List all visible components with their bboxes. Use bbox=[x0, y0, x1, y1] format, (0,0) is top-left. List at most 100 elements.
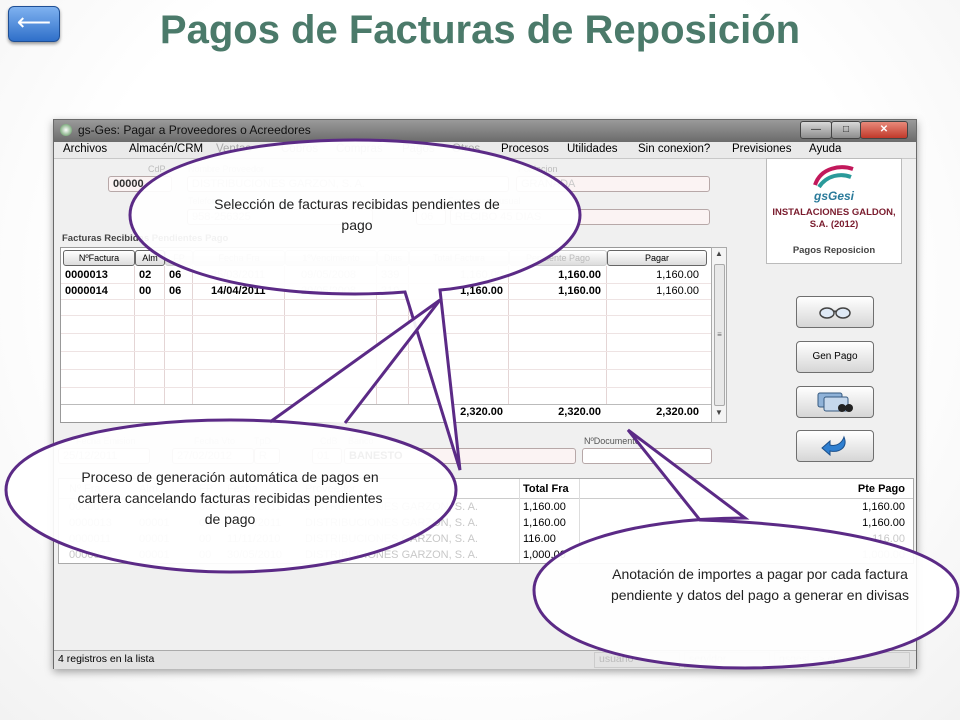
proveedor-field[interactable]: DISTRIBUCIONES GARZON, S. A. bbox=[187, 176, 509, 192]
grid-divider bbox=[192, 266, 193, 404]
col-header-total-factura[interactable]: Total Factura bbox=[409, 250, 509, 266]
menu-archivos[interactable]: Archivos bbox=[63, 143, 107, 155]
table-cell[interactable]: 00001 bbox=[139, 532, 170, 546]
table-cell[interactable]: 0000013 bbox=[65, 268, 108, 282]
table-cell[interactable]: 0000014 bbox=[65, 284, 108, 298]
table-cell[interactable]: 02 bbox=[139, 268, 151, 282]
col-header-vencimiento[interactable]: 1ºVencimiento bbox=[285, 250, 377, 266]
pagar-input[interactable]: 1,160.00 bbox=[609, 268, 699, 282]
table-cell[interactable]: 11/11/2010 bbox=[227, 532, 280, 546]
menu-pagos[interactable]: Pagos bbox=[402, 143, 435, 155]
pagar-input[interactable]: 1,160.00 bbox=[609, 284, 699, 298]
table-cell[interactable]: 14/04/2011 bbox=[211, 284, 265, 298]
scroll-up-icon[interactable]: ▲ bbox=[712, 249, 726, 258]
grid-row-divider bbox=[61, 387, 711, 388]
menu-ayuda[interactable]: Ayuda bbox=[809, 143, 841, 155]
maximize-button[interactable]: □ bbox=[831, 121, 861, 139]
company-logo-panel: gsGesi INSTALACIONES GALDON, S.A. (2012)… bbox=[766, 158, 902, 264]
logo-name: gsGesi bbox=[813, 189, 855, 203]
table-cell[interactable]: 0000011 bbox=[69, 532, 111, 546]
table-cell[interactable]: 0000007 bbox=[69, 548, 112, 562]
return-button[interactable] bbox=[796, 430, 874, 462]
menu-ventas[interactable]: Ventas bbox=[216, 143, 251, 155]
table-cell[interactable]: 06 bbox=[169, 268, 181, 282]
tpd-field[interactable]: R bbox=[254, 448, 280, 464]
menu-utilidades[interactable]: Utilidades bbox=[567, 143, 618, 155]
grid-row-divider bbox=[61, 315, 711, 316]
table-cell[interactable]: 116.00 bbox=[799, 532, 905, 546]
table-cell[interactable]: 1,000.00 bbox=[523, 548, 566, 562]
table-cell[interactable]: 00 bbox=[199, 532, 211, 546]
table-cell[interactable]: 116.00 bbox=[523, 532, 556, 546]
table-cell[interactable]: 1,160.00 bbox=[799, 516, 905, 530]
callout-right-text: Anotación de importes a pagar por cada f… bbox=[610, 566, 910, 603]
menu-procesos[interactable]: Procesos bbox=[501, 143, 549, 155]
grid-row-divider bbox=[61, 299, 711, 300]
table-cell[interactable]: 1,160.00 bbox=[511, 284, 601, 298]
table-cell[interactable]: 1,000.00 bbox=[799, 548, 905, 562]
scroll-thumb[interactable]: ≡ bbox=[714, 264, 725, 406]
grid-divider bbox=[408, 266, 409, 404]
col-header-pagar[interactable]: Pagar bbox=[607, 250, 707, 266]
banco-field[interactable]: BANESTO bbox=[344, 448, 576, 464]
gen-pago-button[interactable]: Gen Pago bbox=[796, 341, 874, 373]
table-cell[interactable]: 09/05/2008 bbox=[301, 268, 356, 282]
num-documento-label: NºDocumento bbox=[584, 436, 640, 446]
col-header-alm[interactable]: Alm bbox=[135, 250, 165, 266]
table-cell[interactable]: DISTRIBUCIONES GARZON, S. A. bbox=[305, 548, 478, 562]
col-header-nfactura[interactable]: NºFactura bbox=[63, 250, 135, 266]
cards-search-button[interactable] bbox=[796, 386, 874, 418]
menu-compras[interactable]: Compras bbox=[336, 143, 383, 155]
table-cell[interactable]: 06 bbox=[169, 284, 181, 298]
table-cell[interactable]: DISTRIBUCIONES GARZON, S. A. bbox=[305, 532, 478, 546]
minimize-button[interactable]: — bbox=[800, 121, 832, 139]
table-cell[interactable]: 00 bbox=[139, 284, 151, 298]
menu-previsiones[interactable]: Previsiones bbox=[732, 143, 791, 155]
table-cell[interactable]: 00001 bbox=[139, 548, 170, 562]
table-cell[interactable]: 00 bbox=[199, 548, 211, 562]
window-titlebar: gs-Ges: Pagar a Proveedores o Acreedores… bbox=[54, 120, 916, 142]
cdp-field[interactable]: 00000 bbox=[108, 176, 172, 192]
cdb-label: CdB bbox=[320, 436, 338, 446]
grid-scrollbar[interactable]: ▲ ≡ ▼ bbox=[711, 247, 727, 423]
view-glasses-button[interactable] bbox=[796, 296, 874, 328]
menu-sin-conexion[interactable]: Sin conexion? bbox=[638, 143, 710, 155]
col-header-total-fra[interactable]: Total Fra bbox=[523, 482, 569, 496]
table-cell[interactable]: 1,160.00 bbox=[523, 516, 566, 530]
poblacion-label: Poblacion bbox=[518, 164, 558, 174]
table-cell[interactable]: 30/05/2010 bbox=[227, 548, 282, 562]
total-factura-sum: 2,320.00 bbox=[460, 406, 503, 418]
col-header-fecha-fra[interactable]: Fecha Fra bbox=[193, 250, 285, 266]
col-header-pendiente[interactable]: Pendiente Pago bbox=[509, 250, 607, 266]
table-cell[interactable]: 25/03/2011 bbox=[211, 268, 265, 282]
glasses-icon bbox=[819, 307, 851, 319]
status-usuario: usuario bbox=[594, 652, 680, 668]
fecha-emision-field[interactable]: 25/12/2011 bbox=[58, 448, 150, 464]
col-header-pte-pago[interactable]: Pte Pago bbox=[799, 482, 905, 496]
slide-title: Pagos de Facturas de Reposición bbox=[159, 8, 801, 52]
poblacion-field[interactable]: GRANADA bbox=[516, 176, 710, 192]
col-header-fp[interactable]: FP bbox=[165, 250, 193, 266]
cdb-field[interactable]: 01 bbox=[312, 448, 342, 464]
table-cell[interactable]: 1,160.00 bbox=[799, 500, 905, 514]
menu-cobros[interactable]: Cobros bbox=[281, 143, 318, 155]
table-cell[interactable]: 1,160.00 bbox=[411, 284, 503, 298]
close-button[interactable]: ✕ bbox=[860, 121, 908, 139]
cdp-label: CdP bbox=[148, 164, 166, 174]
scroll-down-icon[interactable]: ▼ bbox=[712, 408, 726, 417]
num-documento-field[interactable] bbox=[582, 448, 712, 464]
menu-otros[interactable]: Otros bbox=[452, 143, 480, 155]
gsgesi-logo-icon bbox=[813, 165, 854, 189]
menu-almacen-crm[interactable]: Almacén/CRM bbox=[129, 143, 203, 155]
table-cell[interactable]: 339 bbox=[381, 268, 399, 282]
status-database: gsgesi => eja bbox=[774, 652, 910, 668]
table-cell[interactable]: 1,160.00 bbox=[511, 268, 601, 282]
col-header-dias[interactable]: Dias bbox=[377, 250, 409, 266]
grid-divider bbox=[508, 266, 509, 404]
fecha-vto-field[interactable]: 27/02/2012 bbox=[172, 448, 254, 464]
table-cell[interactable]: 29/05/2008 bbox=[301, 284, 356, 298]
table-cell[interactable]: 1,160.00 bbox=[523, 500, 566, 514]
grid-divider bbox=[579, 479, 580, 563]
table-cell[interactable]: 319 bbox=[381, 284, 399, 298]
table-cell[interactable]: 1,160.00 bbox=[411, 268, 503, 282]
